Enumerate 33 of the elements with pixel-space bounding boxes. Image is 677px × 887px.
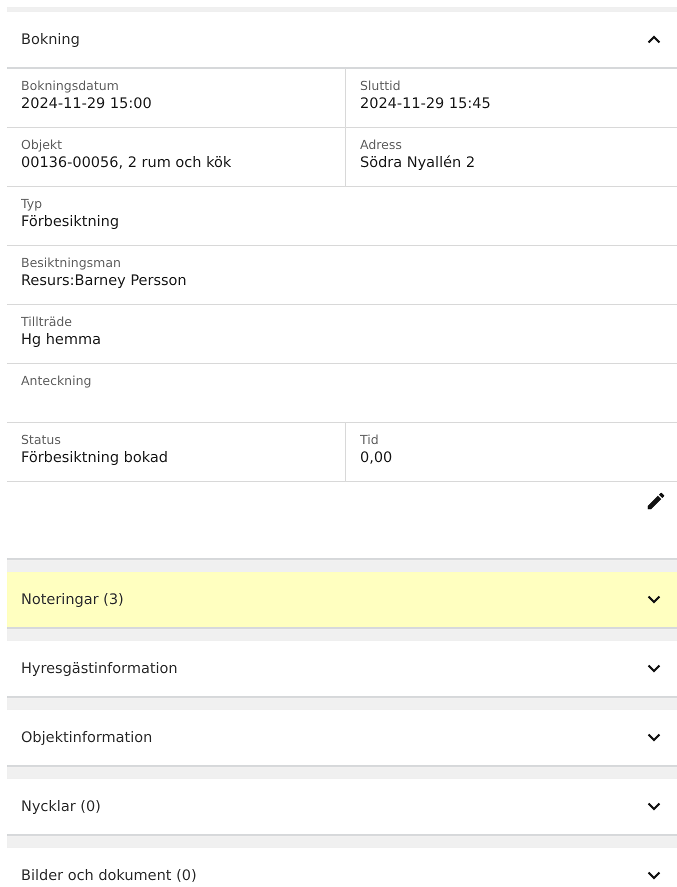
section-title: Nycklar (0) [21, 798, 101, 814]
field-label: Sluttid [360, 78, 402, 93]
field-label: Tillträde [21, 314, 73, 329]
field-value: Resurs:Barney Persson [21, 273, 188, 289]
section-title: Bokning [21, 32, 80, 48]
field-value: 2024-11-29 15:00 [21, 96, 153, 112]
section-title: Hyresgästinformation [21, 660, 178, 676]
section-title: Bilder och dokument (0) [21, 868, 197, 884]
section-title: Noteringar (3) [21, 592, 124, 608]
field-label: Objekt [21, 137, 64, 152]
field-label: Bokningsdatum [21, 78, 120, 93]
section-title: Objektinformation [21, 730, 152, 746]
field-value: Södra Nyallén 2 [360, 155, 476, 171]
chevron-up-icon [647, 35, 661, 44]
field-value: Hg hemma [21, 332, 102, 348]
field-value: 0,00 [360, 450, 394, 466]
field-label: Tid [360, 432, 380, 447]
field-label: Status [21, 432, 62, 447]
field-value: Förbesiktning [21, 214, 120, 230]
field-value: 2024-11-29 15:45 [360, 96, 492, 112]
chevron-down-icon [647, 733, 661, 742]
field-label: Adress [360, 137, 403, 152]
field-value: Förbesiktning bokad [21, 450, 169, 466]
accordion-header[interactable]: Noteringar (3) [7, 572, 677, 627]
field-label: Anteckning [21, 373, 92, 388]
field-label: Besiktningsman [21, 255, 122, 270]
field-label: Typ [21, 196, 44, 211]
chevron-down-icon [647, 871, 661, 880]
field-value: 00136-00056, 2 rum och kök [21, 155, 232, 171]
chevron-down-icon [647, 664, 661, 673]
chevron-down-icon [647, 595, 661, 604]
pencil-icon [645, 490, 667, 512]
chevron-down-icon [647, 802, 661, 811]
